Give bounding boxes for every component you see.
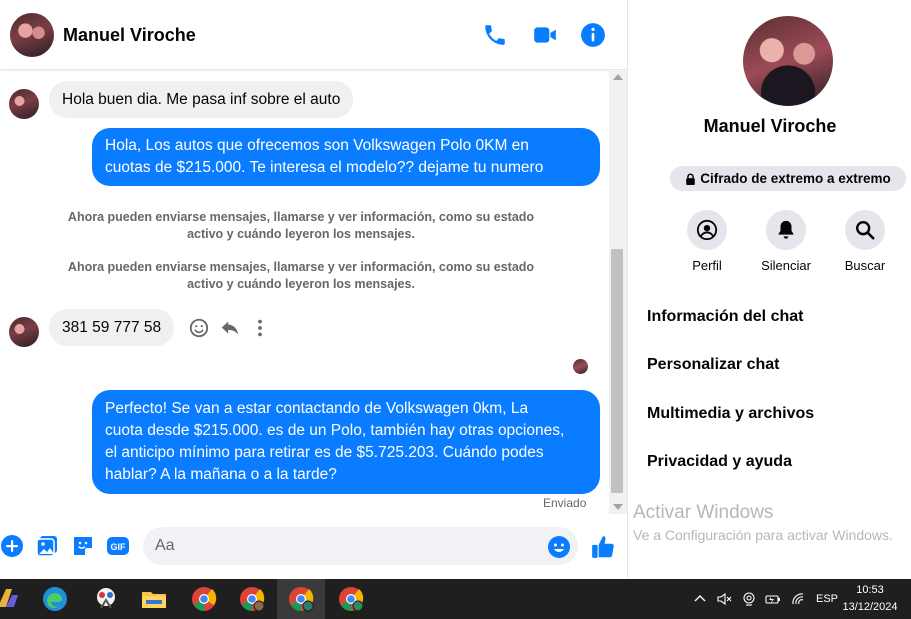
menu-privacy-help[interactable]: Privacidad y ayuda xyxy=(647,453,792,471)
photo-icon[interactable] xyxy=(35,534,59,558)
search-action[interactable]: Buscar xyxy=(833,210,897,273)
incoming-message[interactable]: Hola buen dia. Me pasa inf sobre el auto xyxy=(49,81,354,118)
volume-muted-icon[interactable] xyxy=(716,591,732,607)
chrome-profile-icon[interactable] xyxy=(238,585,266,613)
system-notice: Ahora pueden enviarse mensajes, llamarse… xyxy=(50,259,552,293)
camera-privacy-icon[interactable] xyxy=(741,591,757,607)
scrollbar-thumb[interactable] xyxy=(611,249,623,493)
edge-browser-icon[interactable] xyxy=(41,585,69,613)
profile-icon xyxy=(696,219,718,241)
messenger-window: Manuel Viroche Hola buen dia. Me pasa in… xyxy=(0,0,911,579)
file-explorer-icon[interactable] xyxy=(140,585,168,613)
contact-avatar-small xyxy=(9,317,39,347)
search-action-label: Buscar xyxy=(844,258,886,273)
menu-customize-chat[interactable]: Personalizar chat xyxy=(647,356,780,374)
chrome-profile-t-icon[interactable] xyxy=(337,585,365,613)
clock-date[interactable]: 13/12/2024 xyxy=(835,601,905,613)
outgoing-message[interactable]: Perfecto! Se van a estar contactando de … xyxy=(92,390,600,494)
copilot-icon[interactable] xyxy=(0,585,22,613)
incoming-message[interactable]: 381 59 777 58 xyxy=(49,309,175,346)
info-icon[interactable] xyxy=(580,22,606,48)
encryption-label: Cifrado de extremo a extremo xyxy=(700,171,891,186)
system-notice-line: Ahora pueden enviarse mensajes, llamarse… xyxy=(67,260,535,274)
chat-info-panel: Manuel Viroche Cifrado de extremo a extr… xyxy=(627,0,911,579)
message-status: Enviado xyxy=(543,496,587,510)
encryption-badge[interactable]: Cifrado de extremo a extremo xyxy=(670,166,906,191)
message-line: Perfecto! Se van a estar contactando de … xyxy=(105,400,529,417)
scroll-up-arrow[interactable] xyxy=(613,74,623,80)
gif-icon[interactable]: GIF xyxy=(106,534,130,558)
bell-icon xyxy=(778,220,794,239)
video-call-icon[interactable] xyxy=(532,22,558,48)
wifi-icon[interactable] xyxy=(790,591,806,607)
menu-media-files[interactable]: Multimedia y archivos xyxy=(647,405,814,423)
system-notice-line: activo y cuándo leyeron los mensajes. xyxy=(187,227,415,241)
contact-avatar[interactable] xyxy=(10,13,54,57)
outgoing-message[interactable]: Hola, Los autos que ofrecemos son Volksw… xyxy=(92,128,600,186)
clock-time[interactable]: 10:53 xyxy=(835,584,905,596)
mute-action-button[interactable] xyxy=(766,210,806,250)
message-input[interactable] xyxy=(143,527,578,565)
scroll-down-arrow[interactable] xyxy=(613,504,623,510)
more-options-icon[interactable] xyxy=(249,317,271,339)
scrollbar[interactable] xyxy=(609,71,627,514)
message-line: el anticipo mínimo para retirar es de $5… xyxy=(105,444,544,461)
search-icon xyxy=(856,221,875,240)
like-icon[interactable] xyxy=(590,534,616,560)
activate-windows-title: Activar Windows xyxy=(633,502,774,523)
mute-action[interactable]: Silenciar xyxy=(754,210,818,273)
profile-name: Manuel Viroche xyxy=(703,116,837,136)
contact-avatar-small xyxy=(9,89,39,119)
system-notice-line: activo y cuándo leyeron los mensajes. xyxy=(187,277,415,291)
windows-taskbar: ESP 10:53 13/12/2024 xyxy=(0,579,911,619)
react-emoji-icon[interactable] xyxy=(188,317,210,339)
seen-indicator-avatar xyxy=(573,359,588,374)
sticker-icon[interactable] xyxy=(71,534,95,558)
emoji-icon[interactable] xyxy=(547,535,571,559)
reply-icon[interactable] xyxy=(219,317,241,339)
plus-icon[interactable] xyxy=(0,534,24,558)
lock-icon xyxy=(686,173,696,185)
menu-chat-info[interactable]: Información del chat xyxy=(647,308,803,326)
chrome-profile-v-icon[interactable] xyxy=(287,585,315,613)
battery-icon[interactable] xyxy=(765,591,781,607)
profile-avatar[interactable] xyxy=(743,16,833,106)
composer: GIF xyxy=(0,514,627,579)
profile-action[interactable]: Perfil xyxy=(675,210,739,273)
chevron-up-icon[interactable] xyxy=(692,591,708,607)
chrome-icon[interactable] xyxy=(190,585,218,613)
chat-pane: Manuel Viroche Hola buen dia. Me pasa in… xyxy=(0,0,627,579)
profile-action-button[interactable] xyxy=(687,210,727,250)
snipping-tool-icon[interactable] xyxy=(92,585,120,613)
contact-name[interactable]: Manuel Viroche xyxy=(63,25,196,46)
system-notice-line: Ahora pueden enviarse mensajes, llamarse… xyxy=(67,210,535,224)
search-action-button[interactable] xyxy=(845,210,885,250)
chat-header: Manuel Viroche xyxy=(0,0,627,70)
gif-label: GIF xyxy=(111,542,127,552)
phone-icon[interactable] xyxy=(482,22,508,48)
system-notice: Ahora pueden enviarse mensajes, llamarse… xyxy=(50,209,552,243)
message-list[interactable]: Hola buen dia. Me pasa inf sobre el auto… xyxy=(0,71,610,514)
profile-action-label: Perfil xyxy=(692,258,722,273)
message-line: hablar? A la mañana o a la tarde? xyxy=(105,466,337,483)
message-line: cuota desde $215.000. es de un Polo, tam… xyxy=(105,422,565,439)
message-line: Hola, Los autos que ofrecemos son Volksw… xyxy=(105,137,529,154)
mute-action-label: Silenciar xyxy=(761,258,811,273)
activate-windows-subtitle: Ve a Configuración para activar Windows. xyxy=(633,527,893,543)
message-line: cuotas de $215.000. Te interesa el model… xyxy=(105,159,544,176)
